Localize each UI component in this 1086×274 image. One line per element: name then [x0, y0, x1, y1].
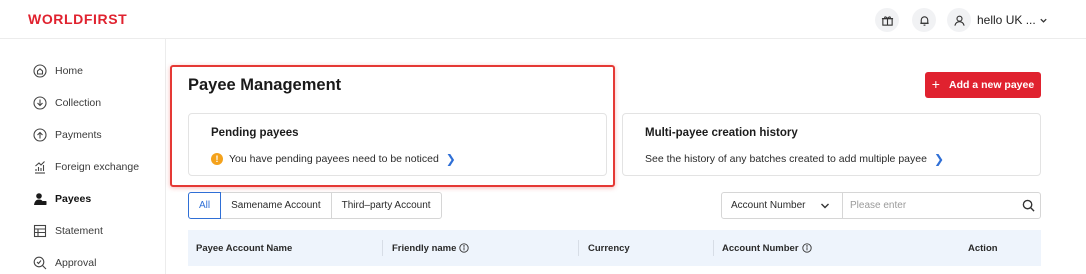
sidebar-item-label: Foreign exchange — [55, 161, 140, 173]
column-label: Payee Account Name — [196, 242, 293, 254]
approval-icon — [33, 256, 47, 270]
payments-icon — [33, 128, 47, 142]
page-title: Payee Management — [188, 76, 342, 94]
sidebar-item-collection[interactable]: Collection — [33, 93, 101, 113]
gift-icon[interactable] — [875, 8, 899, 32]
search-bar: Account Number — [721, 192, 1041, 219]
filter-tabs: All Samename Account Third–party Account — [188, 192, 442, 219]
pending-payees-link[interactable]: ! You have pending payees need to be not… — [211, 152, 456, 166]
search-field-select[interactable]: Account Number — [722, 193, 843, 218]
history-card[interactable]: Multi-payee creation history See the his… — [622, 113, 1041, 176]
sidebar-item-approval[interactable]: Approval — [33, 253, 96, 273]
plus-icon: + — [931, 76, 940, 92]
home-icon — [33, 64, 47, 78]
user-name: hello UK ... — [977, 13, 1036, 27]
card-title: Pending payees — [211, 127, 299, 139]
column-header-account-number[interactable]: Account Number — [722, 230, 812, 266]
worldfirst-logo[interactable]: WORLDFIRST — [28, 11, 127, 27]
info-icon[interactable] — [801, 243, 812, 253]
chevron-down-icon — [1040, 18, 1047, 23]
sidebar-item-foreign-exchange[interactable]: Foreign exchange — [33, 157, 139, 177]
sidebar: Home Collection Payments Foreign exchang… — [0, 39, 166, 274]
pending-payees-card[interactable]: Pending payees ! You have pending payees… — [188, 113, 607, 176]
top-bar: WORLDFIRST hello UK ... — [0, 0, 1086, 39]
card-message: You have pending payees need to be notic… — [229, 153, 439, 165]
column-header-friendly-name[interactable]: Friendly name — [392, 230, 470, 266]
statement-icon — [33, 224, 47, 238]
add-payee-button[interactable]: + Add a new payee — [925, 72, 1041, 98]
search-field-value: Account Number — [731, 200, 806, 211]
sidebar-item-label: Approval — [55, 257, 97, 269]
column-label: Currency — [588, 242, 630, 254]
sidebar-item-label: Statement — [55, 225, 103, 237]
fx-icon — [33, 160, 47, 174]
card-message: See the history of any batches created t… — [645, 153, 927, 165]
column-divider — [382, 240, 383, 256]
search-icon[interactable] — [1016, 193, 1040, 218]
table-header: Payee Account Name Friendly name Currenc… — [188, 230, 1041, 266]
bell-icon[interactable] — [912, 8, 936, 32]
add-payee-label: Add a new payee — [948, 79, 1035, 91]
card-title: Multi-payee creation history — [645, 127, 798, 139]
tab-third-party-account[interactable]: Third–party Account — [330, 192, 442, 219]
chevron-down-icon — [821, 203, 829, 209]
sidebar-item-payments[interactable]: Payments — [33, 125, 102, 145]
column-label: Action — [968, 242, 998, 254]
sidebar-item-payees[interactable]: Payees — [33, 189, 91, 209]
column-divider — [713, 240, 714, 256]
chevron-right-icon: ❯ — [933, 152, 944, 166]
column-header-currency[interactable]: Currency — [588, 230, 630, 266]
sidebar-item-label: Payees — [55, 193, 92, 205]
column-header-action: Action — [968, 230, 998, 266]
search-input[interactable] — [843, 193, 1016, 218]
collection-icon — [33, 96, 47, 110]
sidebar-item-label: Home — [55, 65, 84, 77]
tab-all[interactable]: All — [188, 192, 222, 219]
column-label: Friendly name — [392, 242, 457, 254]
info-icon[interactable] — [459, 243, 470, 253]
sidebar-item-statement[interactable]: Statement — [33, 221, 103, 241]
payees-icon — [33, 192, 47, 206]
history-link[interactable]: See the history of any batches created t… — [645, 152, 944, 166]
warning-icon: ! — [211, 153, 223, 165]
tab-samename-account[interactable]: Samename Account — [220, 192, 332, 219]
chevron-right-icon: ❯ — [445, 152, 456, 166]
column-label: Account Number — [722, 242, 799, 254]
sidebar-item-label: Payments — [55, 129, 102, 141]
column-header-payee-account-name[interactable]: Payee Account Name — [196, 230, 292, 266]
column-divider — [578, 240, 579, 256]
sidebar-item-home[interactable]: Home — [33, 61, 83, 81]
user-icon — [947, 8, 971, 32]
user-menu[interactable]: hello UK ... — [947, 8, 1048, 32]
sidebar-item-label: Collection — [55, 97, 102, 109]
